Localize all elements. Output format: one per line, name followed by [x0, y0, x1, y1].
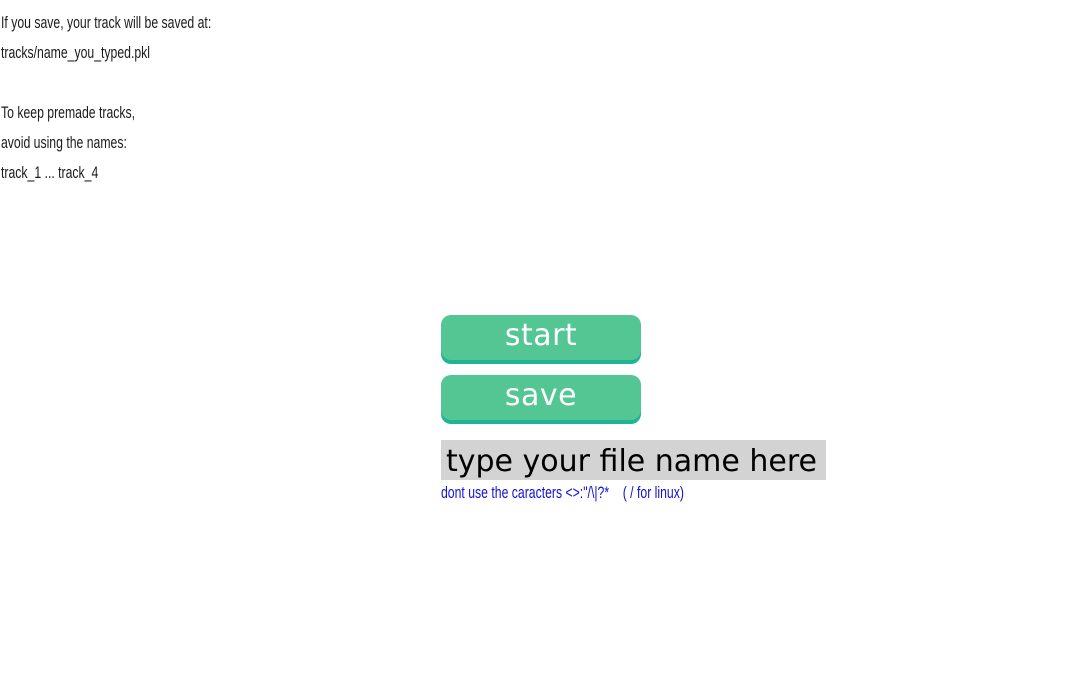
- start-button[interactable]: start: [441, 315, 641, 360]
- start-button-label: start: [504, 317, 578, 353]
- save-path: tracks/name_you_typed.pkl: [1, 43, 151, 62]
- save-button-label: save: [504, 377, 578, 413]
- track-save-screen: If you save, your track will be saved at…: [0, 0, 1078, 681]
- invalid-characters-warning: dont use the caracters <>:"/\|?* ( / for…: [441, 483, 684, 502]
- save-path-intro: If you save, your track will be saved at…: [1, 13, 212, 32]
- reserved-names: track_1 ... track_4: [1, 163, 99, 182]
- filename-input-text: type your file name here: [446, 444, 817, 479]
- premade-warning-intro: To keep premade tracks,: [1, 103, 136, 122]
- premade-warning-text: avoid using the names:: [1, 133, 127, 152]
- save-button[interactable]: save: [441, 375, 641, 420]
- filename-input[interactable]: type your file name here: [441, 440, 826, 480]
